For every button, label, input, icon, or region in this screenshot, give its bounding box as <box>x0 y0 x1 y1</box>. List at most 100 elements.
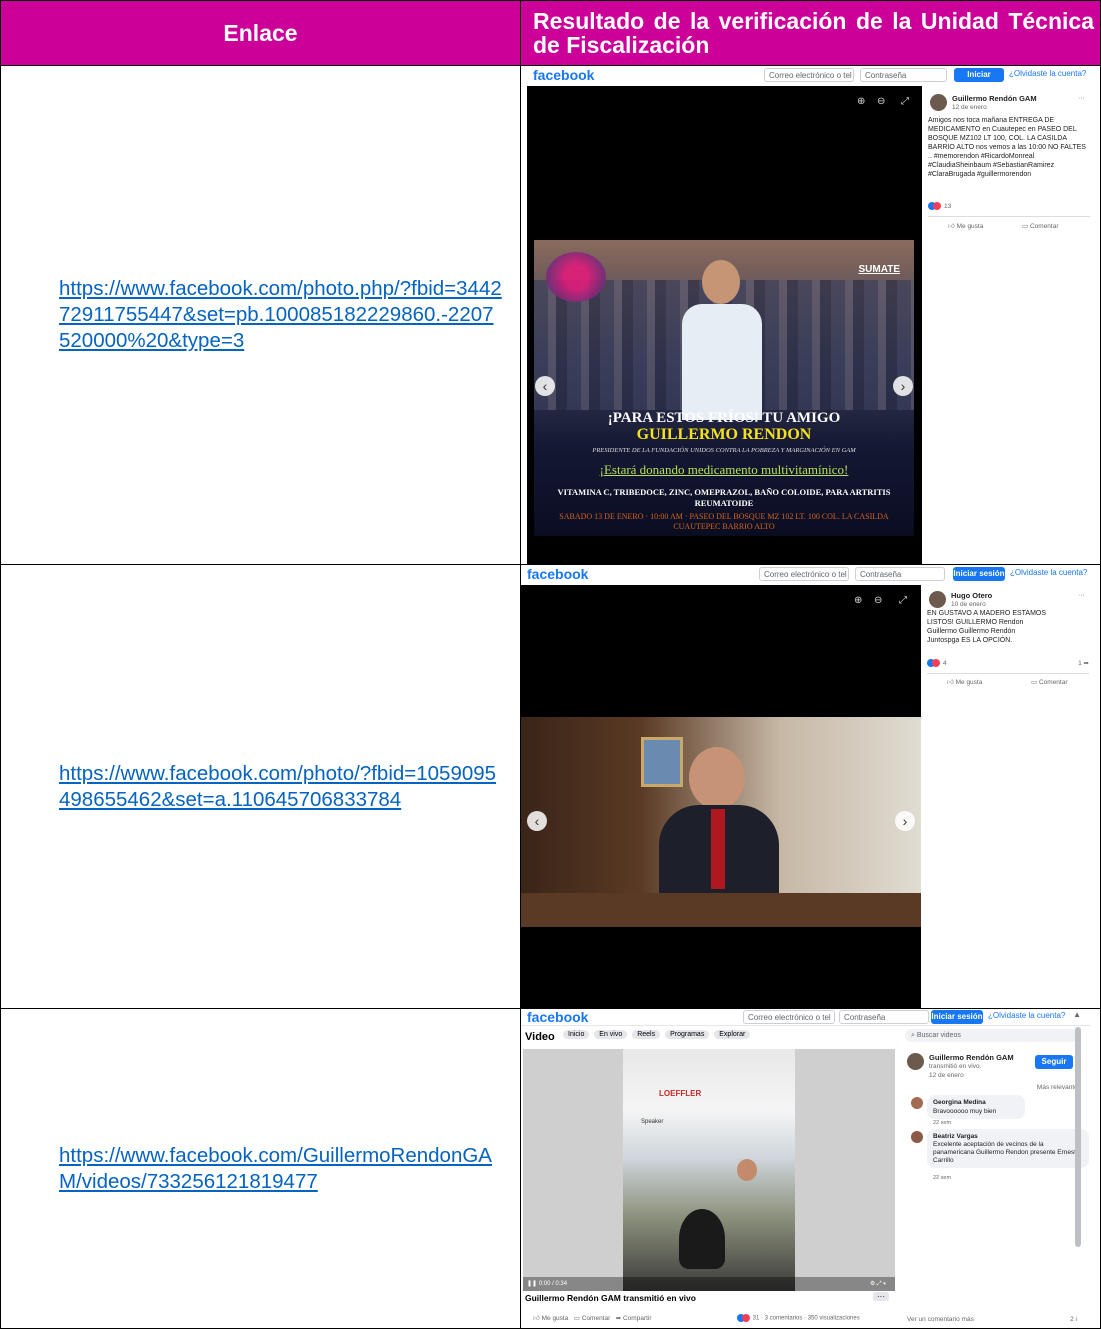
password-field[interactable]: Contraseña <box>839 1010 929 1024</box>
previous-arrow-icon[interactable]: ‹ <box>535 376 555 396</box>
commenter-name[interactable]: Beatriz Vargas <box>933 1132 1083 1141</box>
email-field[interactable]: Correo electrónico o tel <box>764 68 854 82</box>
tab-en-vivo[interactable]: En vivo <box>594 1030 628 1039</box>
zoom-in-icon[interactable]: ⊕ <box>857 96 865 107</box>
scrollbar[interactable] <box>1075 1027 1081 1247</box>
facebook-logo: facebook <box>527 1009 589 1025</box>
header-row: Enlace Resultado de la verificación de l… <box>0 0 1101 66</box>
post-date[interactable]: 12 de enero <box>952 103 1037 112</box>
like-button[interactable]: 👍︎ Me gusta <box>533 1315 568 1322</box>
facebook-topbar: facebook Correo electrónico o tel Contra… <box>521 1009 1091 1026</box>
email-field[interactable]: Correo electrónico o tel <box>743 1010 835 1024</box>
scroll-up-icon[interactable]: ▲ <box>1073 1010 1081 1019</box>
evidence-link[interactable]: https://www.facebook.com/GuillermoRendon… <box>59 1144 492 1193</box>
screenshot-cell: facebook Correo electrónico o tel Contra… <box>520 65 1101 565</box>
reaction-summary[interactable]: 4 <box>927 659 947 668</box>
like-icon: 👍︎ <box>947 679 954 686</box>
table-row: https://www.facebook.com/photo/?fbid=105… <box>0 564 1101 1009</box>
commenter-avatar <box>911 1131 923 1143</box>
previous-arrow-icon[interactable]: ‹ <box>527 811 547 831</box>
table-row: https://www.facebook.com/photo.php/?fbid… <box>0 65 1101 565</box>
email-field[interactable]: Correo electrónico o tel <box>759 567 849 581</box>
login-button[interactable]: Iniciar sesión <box>953 567 1005 581</box>
commenter-name[interactable]: Georgina Medina <box>933 1098 1019 1107</box>
tab-inicio[interactable]: Inicio <box>563 1030 590 1039</box>
like-button[interactable]: 👍︎ Me gusta <box>948 222 983 231</box>
video-section-title: Video <box>525 1031 555 1043</box>
love-reaction-icon <box>932 659 940 668</box>
search-icon: ⌕ <box>911 1032 915 1039</box>
author-name[interactable]: Hugo Otero <box>951 591 992 600</box>
photo-viewer: ⊕ ⊖ ⤢ SUMATE ¡PARA ESTOS FRÍOS! TU AMIGO <box>527 86 922 564</box>
reaction-count: 4 <box>942 660 947 667</box>
follow-button[interactable]: Seguir <box>1035 1055 1073 1069</box>
login-button[interactable]: Iniciar sesión <box>931 1010 983 1024</box>
forgot-account-link[interactable]: ¿Olvidaste la cuenta? <box>1010 568 1087 577</box>
facebook-logo: facebook <box>533 67 595 83</box>
password-field[interactable]: Contraseña <box>855 567 945 581</box>
forgot-account-link[interactable]: ¿Olvidaste la cuenta? <box>1009 69 1086 78</box>
author-name[interactable]: Guillermo Rendón GAM <box>952 94 1037 103</box>
post-date[interactable]: 12 de enero <box>929 1071 1014 1080</box>
header-resultado: Resultado de la verificación de la Unida… <box>520 0 1101 66</box>
next-arrow-icon[interactable]: › <box>895 811 915 831</box>
video-player[interactable]: LOEFFLER Speaker ❚❚ 0:00 / 0:34 ⚙ ⤢ 🔈︎ <box>523 1049 895 1291</box>
like-button[interactable]: 👍︎ Me gusta <box>947 678 982 687</box>
screenshot-cell: facebook Correo electrónico o tel Contra… <box>520 1008 1101 1329</box>
zoom-in-icon[interactable]: ⊕ <box>854 595 862 606</box>
commenter-avatar <box>911 1097 923 1109</box>
share-button[interactable]: ➦ Compartir <box>616 1315 652 1322</box>
like-icon: 👍︎ <box>533 1315 540 1322</box>
share-icon: ➦ <box>615 1315 622 1322</box>
more-options-icon[interactable]: ··· <box>1078 94 1085 103</box>
evidence-link[interactable]: https://www.facebook.com/photo.php/?fbid… <box>59 277 502 352</box>
link-cell: https://www.facebook.com/GuillermoRendon… <box>0 1008 521 1329</box>
tab-reels[interactable]: Reels <box>632 1030 661 1039</box>
comment-bubble: Georgina Medina Bravoooooo muy bien <box>927 1095 1025 1119</box>
password-field[interactable]: Contraseña <box>860 68 947 82</box>
reaction-summary[interactable]: 13 <box>928 202 951 211</box>
love-reaction-icon <box>742 1314 750 1322</box>
tab-explorar[interactable]: Explorar <box>714 1030 751 1039</box>
comment-time: 22 sem <box>933 1175 952 1181</box>
login-button[interactable]: Iniciar sesión <box>954 68 1004 93</box>
zoom-out-icon[interactable]: ⊖ <box>877 96 885 107</box>
more-comments-link[interactable]: Ver un comentario más <box>907 1315 974 1324</box>
post-sidebar: Hugo Otero 10 de enero ··· EN GUSTAVO A … <box>921 585 1097 1008</box>
evidence-link[interactable]: https://www.facebook.com/photo/?fbid=105… <box>59 762 496 811</box>
more-options-icon[interactable]: ··· <box>1078 591 1085 600</box>
comment-button[interactable]: ▭ Comentar <box>574 1315 611 1322</box>
sumate-logo: SUMATE <box>858 264 900 275</box>
pause-icon[interactable]: ❚❚ <box>527 1281 537 1287</box>
photo-viewer: ⊕ ⊖ ⤢ ‹ › <box>521 585 921 1008</box>
tent-banner-text: LOEFFLER <box>659 1089 702 1098</box>
tab-programas[interactable]: Programas <box>665 1030 710 1039</box>
facebook-video-screenshot: facebook Correo electrónico o tel Contra… <box>521 1009 1091 1328</box>
flyer-donation: ¡Estará donando medicamento multivitamín… <box>599 462 849 477</box>
comment-button[interactable]: ▭ Comentar <box>1022 222 1059 231</box>
comment-text: Excelente aceptación de vecinos de la pa… <box>933 1141 1080 1164</box>
flyer-name: GUILLERMO RENDON <box>636 426 812 443</box>
portrait-photo <box>521 717 921 927</box>
comment-time: 22 sem <box>933 1120 952 1126</box>
share-count[interactable]: 1 ➦ <box>1078 659 1089 668</box>
facebook-screenshot: facebook Correo electrónico o tel Contra… <box>521 565 1097 1008</box>
fullscreen-icon[interactable]: ⤢ <box>901 96 909 107</box>
more-options-icon[interactable]: ··· <box>873 1292 889 1301</box>
fullscreen-icon[interactable]: ⤢ <box>899 595 907 606</box>
post-date[interactable]: 10 de enero <box>951 600 992 609</box>
share-icon: ➦ <box>1083 660 1089 667</box>
flyer-headline: ¡PARA ESTOS FRÍOS! TU AMIGO <box>607 410 841 426</box>
love-reaction-icon <box>933 202 941 211</box>
post-text: EN GUSTAVO A MADERO ESTAMOS LISTOS! GUIL… <box>927 610 1047 644</box>
screenshot-cell: facebook Correo electrónico o tel Contra… <box>520 564 1101 1009</box>
forgot-account-link[interactable]: ¿Olvidaste la cuenta? <box>988 1011 1065 1020</box>
next-arrow-icon[interactable]: › <box>893 376 913 396</box>
author-name[interactable]: Guillermo Rendón GAM <box>929 1053 1014 1062</box>
zoom-out-icon[interactable]: ⊖ <box>874 595 882 606</box>
comment-icon: ▭ <box>1022 223 1029 230</box>
settings-icon[interactable]: ⚙ ⤢ 🔈︎ <box>870 1277 887 1291</box>
player-controls: ❚❚ 0:00 / 0:34 ⚙ ⤢ 🔈︎ <box>523 1277 895 1291</box>
search-videos-input[interactable]: ⌕ Buscar videos <box>905 1029 1079 1042</box>
comment-button[interactable]: ▭ Comentar <box>1031 678 1068 687</box>
